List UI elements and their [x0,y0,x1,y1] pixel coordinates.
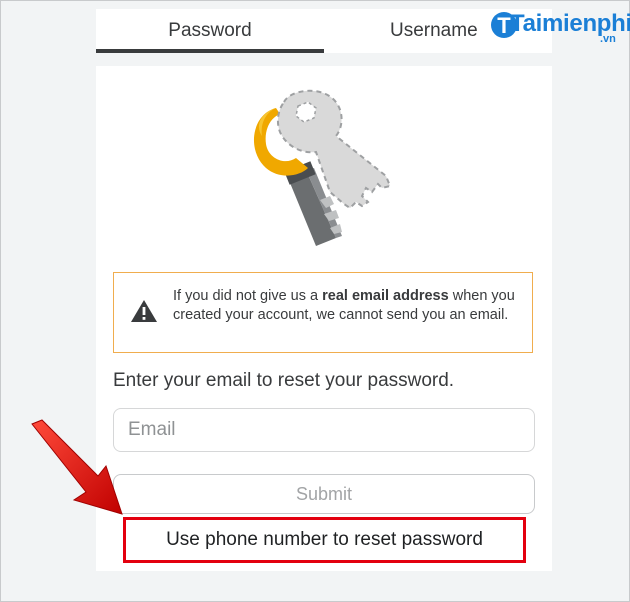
tab-username-label: Username [390,20,478,41]
use-phone-number-button[interactable]: Use phone number to reset password [123,517,526,563]
tab-password[interactable]: Password [96,9,324,53]
keys-icon [253,89,392,246]
tab-password-label: Password [168,20,252,41]
watermark-suffix: .vn [600,33,616,45]
watermark-logo: T Taimienphi .vn [490,8,630,45]
submit-button[interactable]: Submit [113,474,535,514]
recovery-tabs: Password Username [96,9,552,53]
warning-text-bold: real email address [322,288,449,304]
active-tab-indicator [96,49,324,53]
use-phone-number-label: Use phone number to reset password [166,529,483,550]
warning-notice: If you did not give us a real email addr… [113,272,533,353]
reset-prompt: Enter your email to reset your password. [113,370,455,391]
warning-message: If you did not give us a real email addr… [173,287,523,325]
annotation-arrow-icon [31,419,123,515]
warning-triangle-icon [131,300,157,322]
email-field[interactable] [113,408,535,452]
warning-text-before: If you did not give us a [173,288,323,304]
